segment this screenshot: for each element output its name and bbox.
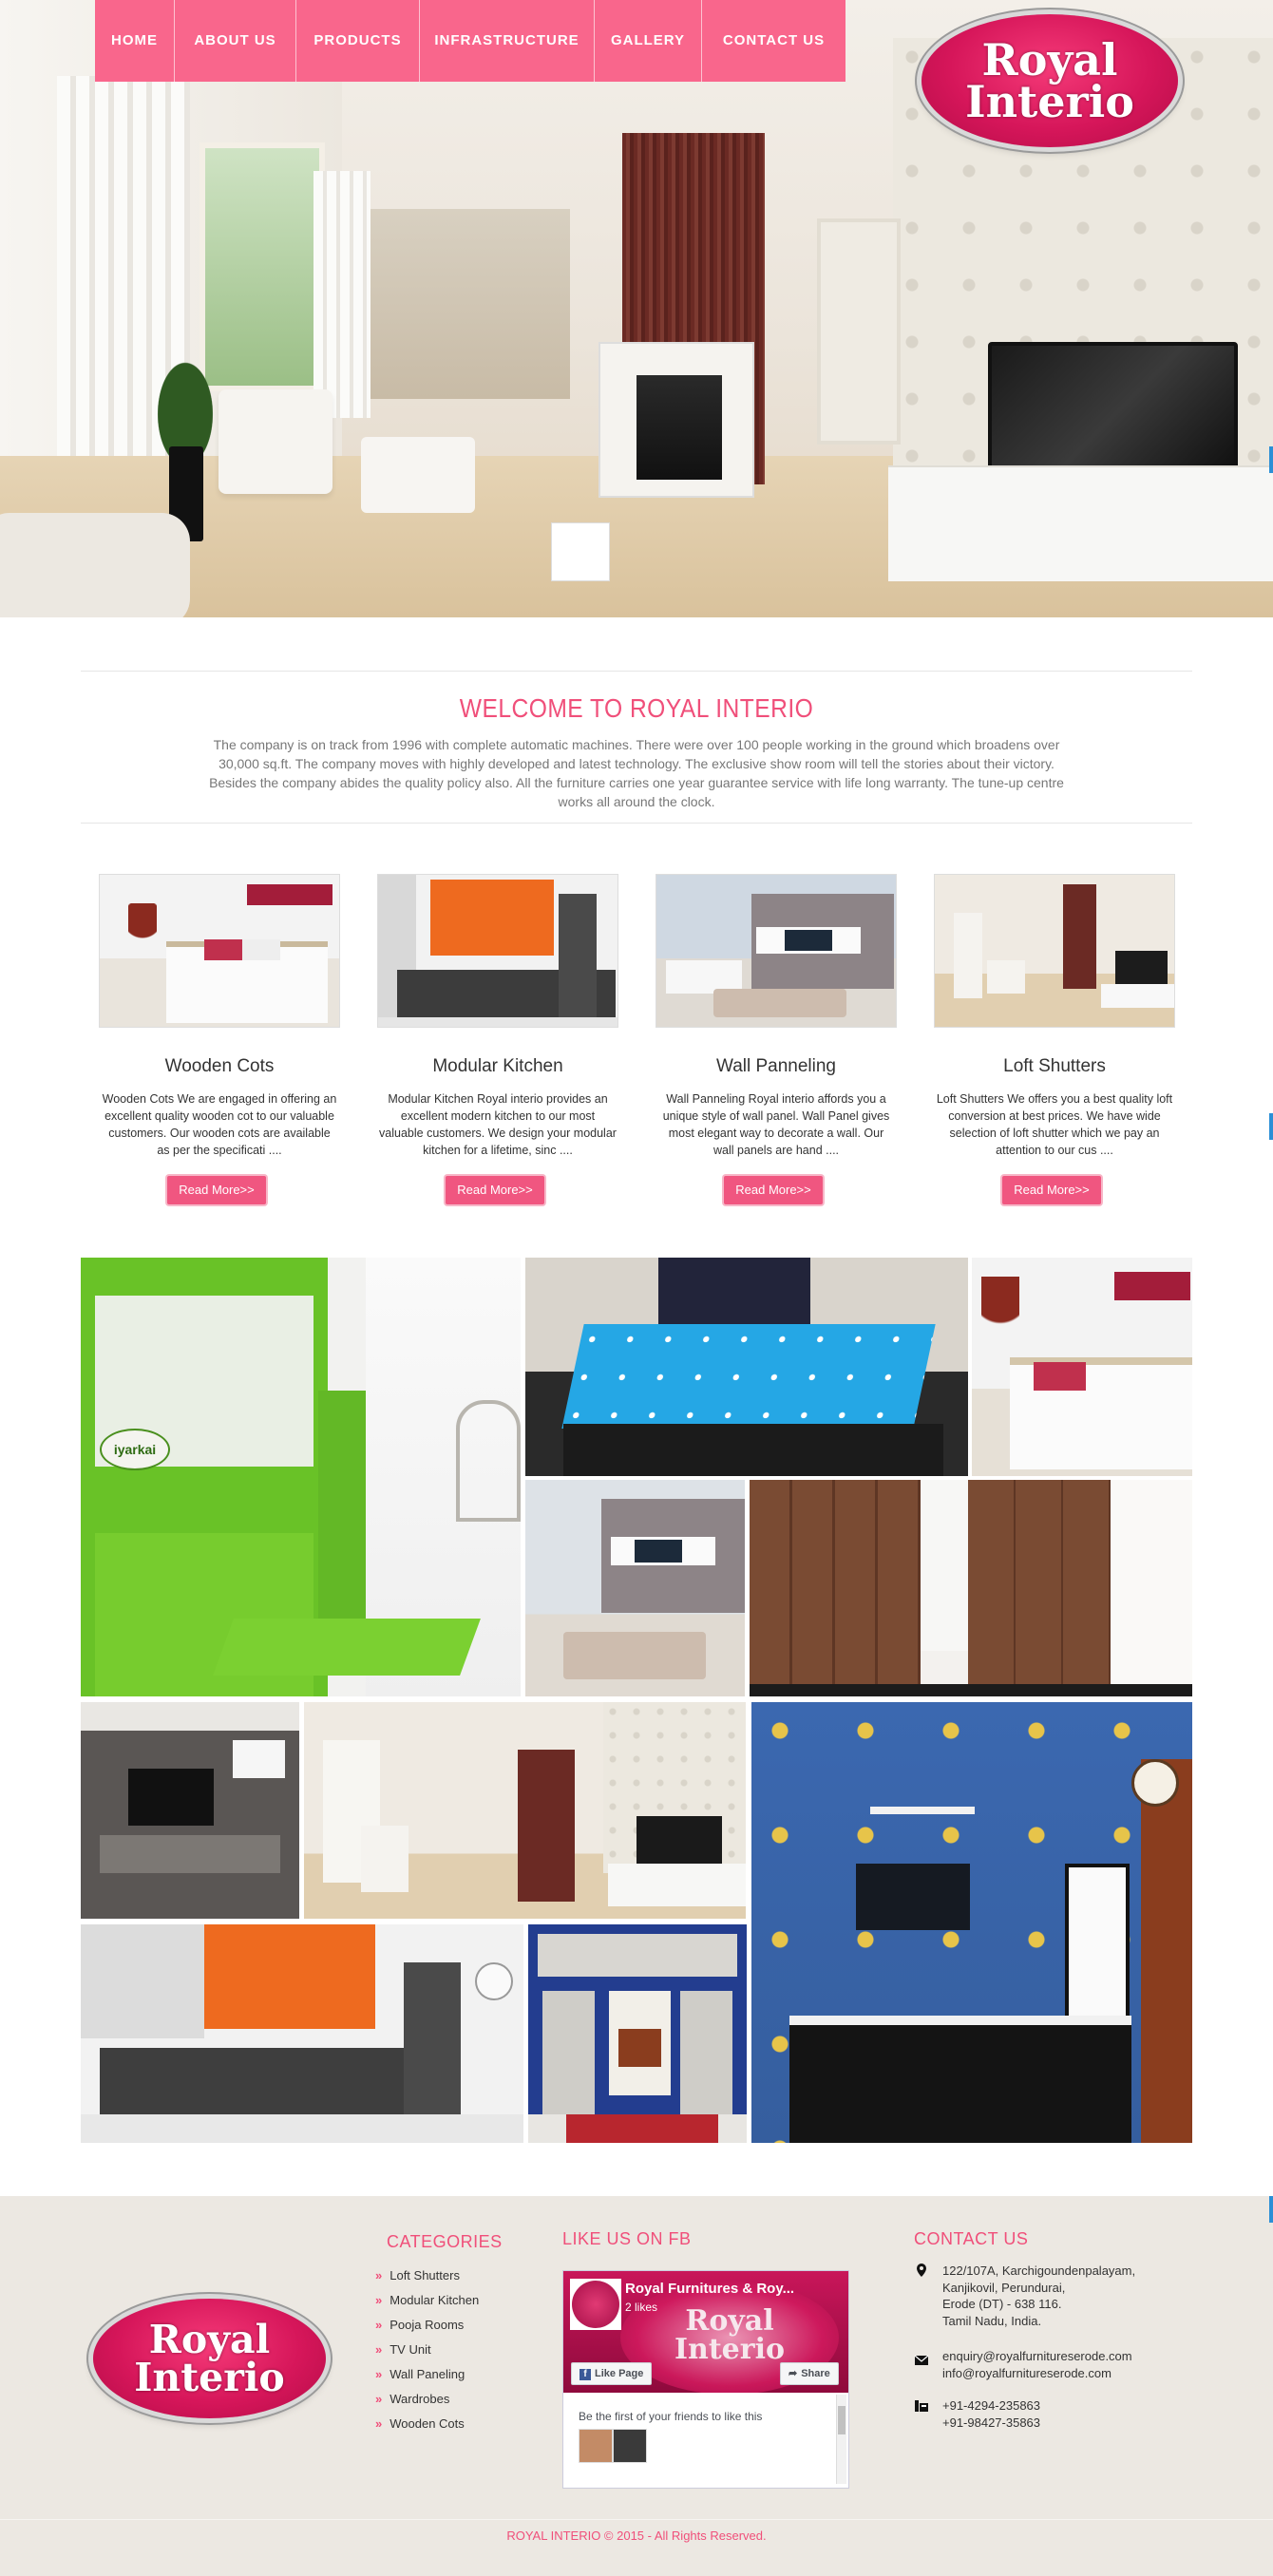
site-logo[interactable]: Royal Interio	[922, 14, 1178, 147]
product-card-modular-kitchen: Modular Kitchen Modular Kitchen Royal in…	[377, 874, 618, 1204]
address-line: Kanjikovil, Perundurai,	[942, 2280, 1066, 2295]
product-title: Wooden Cots	[164, 1056, 275, 1076]
product-card-wooden-cots: Wooden Cots Wooden Cots We are engaged i…	[99, 874, 340, 1204]
fb-page-avatar[interactable]	[570, 2279, 621, 2330]
product-image[interactable]	[377, 874, 618, 1028]
product-card-wall-panneling: Wall Panneling Wall Panneling Royal inte…	[656, 874, 897, 1204]
product-title: Modular Kitchen	[432, 1056, 563, 1076]
gallery-sign: iyarkai	[100, 1429, 170, 1470]
divider	[81, 671, 1192, 672]
gallery-image-pooja-room[interactable]	[528, 1924, 747, 2143]
read-more-button[interactable]: Read More>>	[724, 1176, 823, 1204]
address-line: 122/107A, Karchigoundenpalayam,	[942, 2263, 1136, 2278]
fb-share-button[interactable]: ➦ Share	[780, 2362, 839, 2385]
gallery-image-wall-panel[interactable]	[525, 1480, 745, 1696]
gallery-image-bedroom[interactable]	[972, 1258, 1192, 1476]
fb-friends-text: Be the first of your friends to like thi…	[579, 2410, 763, 2423]
logo-line2: Interio	[965, 76, 1134, 127]
category-link[interactable]: Pooja Rooms	[375, 2313, 479, 2338]
address-line: Tamil Nadu, India.	[942, 2313, 1042, 2328]
welcome-title: WELCOME TO ROYAL INTERIO	[459, 693, 814, 723]
product-title: Loft Shutters	[1003, 1056, 1106, 1076]
fb-share-label: Share	[801, 2368, 830, 2379]
product-image[interactable]	[99, 874, 340, 1028]
fb-friend-avatar[interactable]	[579, 2429, 613, 2463]
product-description: Loft Shutters We offers you a best quali…	[936, 1092, 1173, 1157]
product-card-loft-shutters: Loft Shutters Loft Shutters We offers yo…	[934, 874, 1175, 1204]
welcome-text: The company is on track from 1996 with c…	[209, 737, 1064, 809]
read-more-button[interactable]: Read More>>	[446, 1176, 544, 1204]
contact-title: CONTACT US	[914, 2229, 1029, 2248]
category-link[interactable]: Wooden Cots	[375, 2412, 479, 2436]
nav-home[interactable]: HOME	[95, 0, 175, 82]
gallery-image-blue-bed[interactable]	[525, 1258, 968, 1476]
gallery-image-living-room[interactable]	[304, 1702, 746, 1919]
nav-contact-us[interactable]: CONTACT US	[702, 0, 846, 82]
product-description: Wooden Cots We are engaged in offering a…	[102, 1092, 337, 1157]
facebook-icon: f	[580, 2369, 591, 2380]
gallery-image-green-study-unit[interactable]: iyarkai	[81, 1258, 521, 1696]
side-tab[interactable]	[1269, 446, 1273, 473]
fb-like-page-button[interactable]: f Like Page	[571, 2362, 653, 2385]
email-link[interactable]: enquiry@royalfurnitureserode.com	[942, 2348, 1132, 2365]
address-line: Erode (DT) - 638 116.	[942, 2297, 1062, 2311]
category-link[interactable]: Wardrobes	[375, 2387, 479, 2412]
product-title: Wall Panneling	[715, 1056, 837, 1076]
logo-line1: Royal	[148, 2317, 271, 2362]
fb-page-name[interactable]: Royal Furnitures & Roy...	[625, 2281, 794, 2297]
fb-friend-avatar[interactable]	[613, 2429, 647, 2463]
side-tab[interactable]	[1269, 2196, 1273, 2223]
divider	[81, 823, 1192, 824]
copyright: ROYAL INTERIO © 2015 - All Rights Reserv…	[506, 2529, 767, 2543]
nav-about-us[interactable]: ABOUT US	[175, 0, 296, 82]
categories-list: Loft Shutters Modular Kitchen Pooja Room…	[375, 2263, 479, 2436]
categories-title: CATEGORIES	[387, 2232, 503, 2251]
read-more-button[interactable]: Read More>>	[1002, 1176, 1101, 1204]
contact-emails: enquiry@royalfurnitureserode.com info@ro…	[942, 2348, 1132, 2381]
category-link[interactable]: Loft Shutters	[375, 2263, 479, 2288]
fb-title: LIKE US ON FB	[562, 2229, 692, 2248]
gallery-image-tv-unit-grey[interactable]	[81, 1702, 299, 1919]
phone-number[interactable]: +91-98427-35863	[942, 2415, 1040, 2432]
fb-scrollbar[interactable]	[836, 2395, 846, 2484]
map-marker-icon	[917, 2263, 926, 2277]
nav-gallery[interactable]: GALLERY	[595, 0, 702, 82]
side-tab[interactable]	[1269, 1113, 1273, 1140]
gallery-image-modular-kitchen[interactable]	[81, 1924, 523, 2143]
product-image[interactable]	[934, 874, 1175, 1028]
email-link[interactable]: info@royalfurnitureserode.com	[942, 2365, 1132, 2382]
product-image[interactable]	[656, 874, 897, 1028]
contact-phones: +91-4294-235863 +91-98427-35863	[942, 2397, 1040, 2431]
phone-number[interactable]: +91-4294-235863	[942, 2397, 1040, 2415]
category-link[interactable]: Wall Paneling	[375, 2362, 479, 2387]
contact-address: 122/107A, Karchigoundenpalayam, Kanjikov…	[942, 2263, 1135, 2329]
gallery-image-wardrobe[interactable]	[750, 1480, 1192, 1696]
facebook-widget: Royal Interio Royal Furnitures & Roy... 2…	[562, 2270, 849, 2489]
footer-logo[interactable]: Royal Interio	[93, 2299, 326, 2418]
product-description: Wall Panneling Royal interio affords you…	[662, 1092, 890, 1157]
share-icon: ➦	[788, 2368, 798, 2379]
gallery-image-blue-tv-unit[interactable]	[751, 1702, 1192, 2143]
product-description: Modular Kitchen Royal interio provides a…	[379, 1092, 617, 1157]
divider	[0, 2519, 1273, 2520]
logo-line1: Royal	[981, 34, 1118, 85]
nav-products[interactable]: PRODUCTS	[296, 0, 420, 82]
fb-likes-count: 2 likes	[625, 2301, 658, 2314]
read-more-button[interactable]: Read More>>	[167, 1176, 266, 1204]
category-link[interactable]: Modular Kitchen	[375, 2288, 479, 2313]
nav-infrastructure[interactable]: INFRASTRUCTURE	[420, 0, 595, 82]
envelope-icon	[914, 2355, 929, 2365]
logo-line2: Interio	[134, 2355, 285, 2400]
phone-fax-icon	[915, 2400, 928, 2412]
category-link[interactable]: TV Unit	[375, 2338, 479, 2362]
main-nav: HOME ABOUT US PRODUCTS INFRASTRUCTURE GA…	[95, 0, 846, 82]
fb-like-label: Like Page	[595, 2368, 644, 2379]
